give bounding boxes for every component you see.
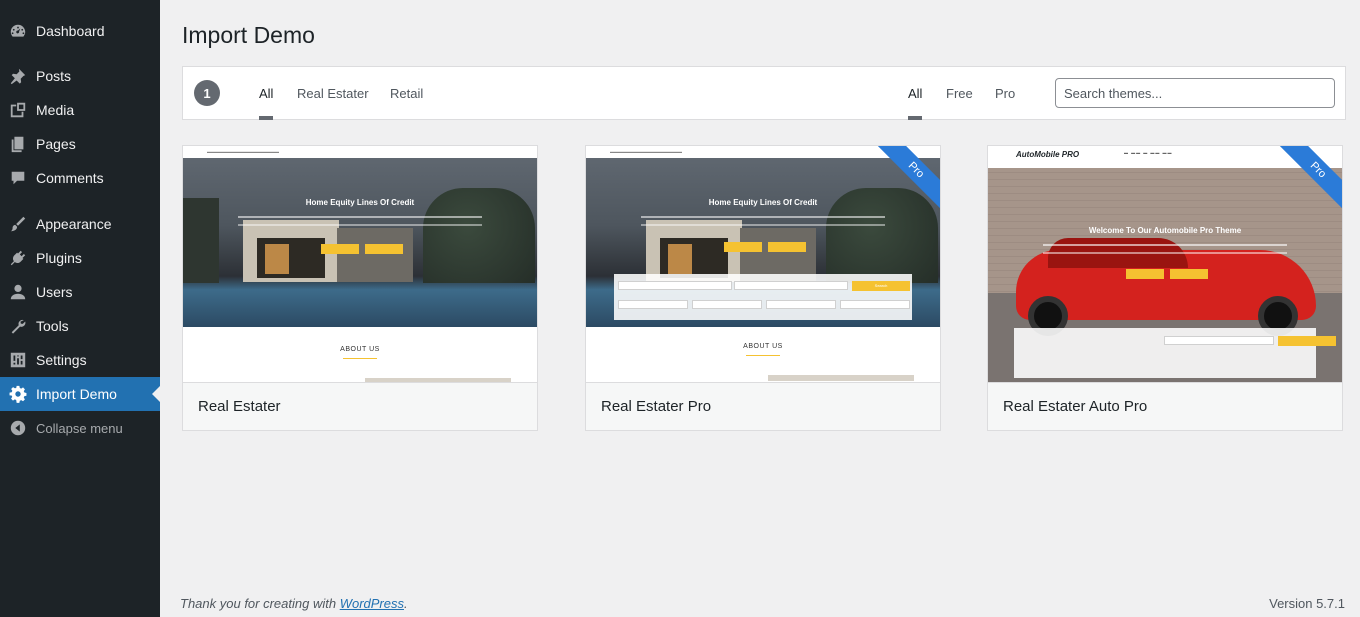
sidebar-item-label: Settings: [36, 352, 87, 368]
sidebar-item-settings[interactable]: Settings: [0, 343, 160, 377]
sidebar-item-label: Pages: [36, 136, 76, 152]
preview-about-image: [768, 375, 914, 381]
theme-name: Real Estater Pro: [586, 382, 940, 430]
preview-top-strip: ▬▬▬▬▬▬▬▬▬▬▬▬▬▬▬▬▬▬: [183, 146, 537, 158]
footer-thanks-text: Thank you for creating with: [180, 596, 340, 611]
sidebar-item-dashboard[interactable]: Dashboard: [0, 14, 160, 48]
sidebar-item-label: Media: [36, 102, 75, 118]
theme-name: Real Estater: [183, 382, 537, 430]
preview-search-field: [618, 300, 688, 309]
wrench-icon: [0, 309, 36, 343]
sidebar-item-tools[interactable]: Tools: [0, 309, 160, 343]
collapse-arrow-icon: [0, 411, 36, 445]
preview-hero-image: Welcome To Our Automobile Pro Theme: [988, 168, 1342, 382]
pin-icon: [0, 59, 36, 93]
comment-icon: [0, 161, 36, 195]
theme-card-real-estater[interactable]: ▬▬▬▬▬▬▬▬▬▬▬▬▬▬▬▬▬▬ Home Equity Lines Of …: [182, 145, 538, 431]
type-tab-free[interactable]: Free: [946, 67, 973, 120]
brush-icon: [0, 207, 36, 241]
sidebar-item-posts[interactable]: Posts: [0, 59, 160, 93]
footer-version: Version 5.7.1: [1269, 596, 1345, 611]
pages-icon: [0, 127, 36, 161]
preview-search-field: [840, 300, 910, 309]
preview-search-field: [692, 300, 762, 309]
admin-sidebar: Dashboard Posts Media Pages Comments App…: [0, 0, 160, 617]
user-icon: [0, 275, 36, 309]
sidebar-item-label: Tools: [36, 318, 69, 334]
wordpress-link[interactable]: WordPress: [340, 596, 404, 611]
preview-search-box: [1014, 328, 1336, 378]
sidebar-item-label: Plugins: [36, 250, 82, 266]
category-tab-all[interactable]: All: [259, 67, 274, 120]
preview-hero-title: Home Equity Lines Of Credit: [708, 198, 818, 207]
sidebar-item-label: Users: [36, 284, 73, 300]
preview-search-field: [734, 281, 848, 290]
preview-hero-text: [238, 216, 482, 226]
theme-filter-bar: 1 All Real Estater Retail All Free Pro: [182, 66, 1346, 120]
preview-hero-button: [365, 244, 403, 254]
sidebar-item-plugins[interactable]: Plugins: [0, 241, 160, 275]
preview-hero-image: Home Equity Lines Of Credit Search: [586, 158, 940, 327]
sidebar-item-label: Dashboard: [36, 23, 105, 39]
preview-hero-button: [321, 244, 359, 254]
collapse-menu-label: Collapse menu: [36, 420, 123, 436]
preview-logo: AutoMobile PRO: [1016, 150, 1080, 159]
category-tab-retail[interactable]: Retail: [390, 67, 423, 120]
sidebar-item-import-demo[interactable]: Import Demo: [0, 377, 160, 411]
preview-search-box: Search: [614, 274, 912, 320]
preview-about-label: ABOUT US: [743, 343, 783, 350]
preview-hero-title: Welcome To Our Automobile Pro Theme: [1088, 226, 1242, 235]
preview-hero-button: [1126, 269, 1164, 279]
preview-search-field: [766, 300, 836, 309]
sidebar-item-label: Appearance: [36, 216, 112, 232]
sidebar-item-label: Import Demo: [36, 386, 117, 402]
sidebar-item-pages[interactable]: Pages: [0, 127, 160, 161]
sidebar-item-label: Comments: [36, 170, 104, 186]
footer-thanks-suffix: .: [404, 596, 408, 611]
preview-search-field: [618, 281, 732, 290]
preview-about-label: ABOUT US: [340, 346, 380, 353]
preview-hero-button: [1170, 269, 1208, 279]
theme-screenshot: ▬▬▬▬▬▬▬▬▬▬▬▬▬▬▬▬▬▬ Home Equity Lines Of …: [183, 146, 537, 382]
sidebar-item-comments[interactable]: Comments: [0, 161, 160, 195]
page-title: Import Demo: [182, 22, 315, 48]
sidebar-item-label: Posts: [36, 68, 72, 84]
search-themes-input[interactable]: [1055, 78, 1335, 108]
preview-hero-image: Home Equity Lines Of Credit: [183, 158, 537, 327]
type-tab-all[interactable]: All: [908, 67, 923, 120]
sidebar-item-appearance[interactable]: Appearance: [0, 207, 160, 241]
sidebar-item-users[interactable]: Users: [0, 275, 160, 309]
theme-screenshot: AutoMobile PRO ▬ ▬▬ ▬ ▬▬ ▬▬ Welcome To O…: [988, 146, 1342, 382]
sliders-icon: [0, 343, 36, 377]
preview-search-field: [1164, 336, 1274, 345]
preview-search-button: Search: [852, 281, 910, 291]
media-icon: [0, 93, 36, 127]
type-tab-pro[interactable]: Pro: [995, 67, 1015, 120]
preview-about-underline: [746, 355, 780, 356]
theme-screenshot: ▬▬▬▬▬▬▬▬▬▬▬▬▬▬▬▬▬▬ Home Equity Lines Of …: [586, 146, 940, 382]
gear-icon: [0, 377, 36, 411]
theme-name: Real Estater Auto Pro: [988, 382, 1342, 430]
preview-search-button: [1278, 336, 1336, 346]
theme-card-real-estater-pro[interactable]: ▬▬▬▬▬▬▬▬▬▬▬▬▬▬▬▬▬▬ Home Equity Lines Of …: [585, 145, 941, 431]
theme-card-real-estater-auto-pro[interactable]: AutoMobile PRO ▬ ▬▬ ▬ ▬▬ ▬▬ Welcome To O…: [987, 145, 1343, 431]
theme-count-badge: 1: [194, 80, 220, 106]
category-tab-real-estater[interactable]: Real Estater: [297, 67, 369, 120]
collapse-menu-button[interactable]: Collapse menu: [0, 411, 160, 445]
preview-hero-text: [641, 216, 885, 226]
preview-hero-button: [768, 242, 806, 252]
footer-thanks: Thank you for creating with WordPress.: [180, 596, 408, 611]
sidebar-item-media[interactable]: Media: [0, 93, 160, 127]
plug-icon: [0, 241, 36, 275]
preview-hero-title: Home Equity Lines Of Credit: [305, 198, 415, 207]
preview-hero-button: [724, 242, 762, 252]
preview-nav: ▬ ▬▬ ▬ ▬▬ ▬▬: [1124, 150, 1173, 155]
dashboard-icon: [0, 14, 36, 48]
preview-about-underline: [343, 358, 377, 359]
